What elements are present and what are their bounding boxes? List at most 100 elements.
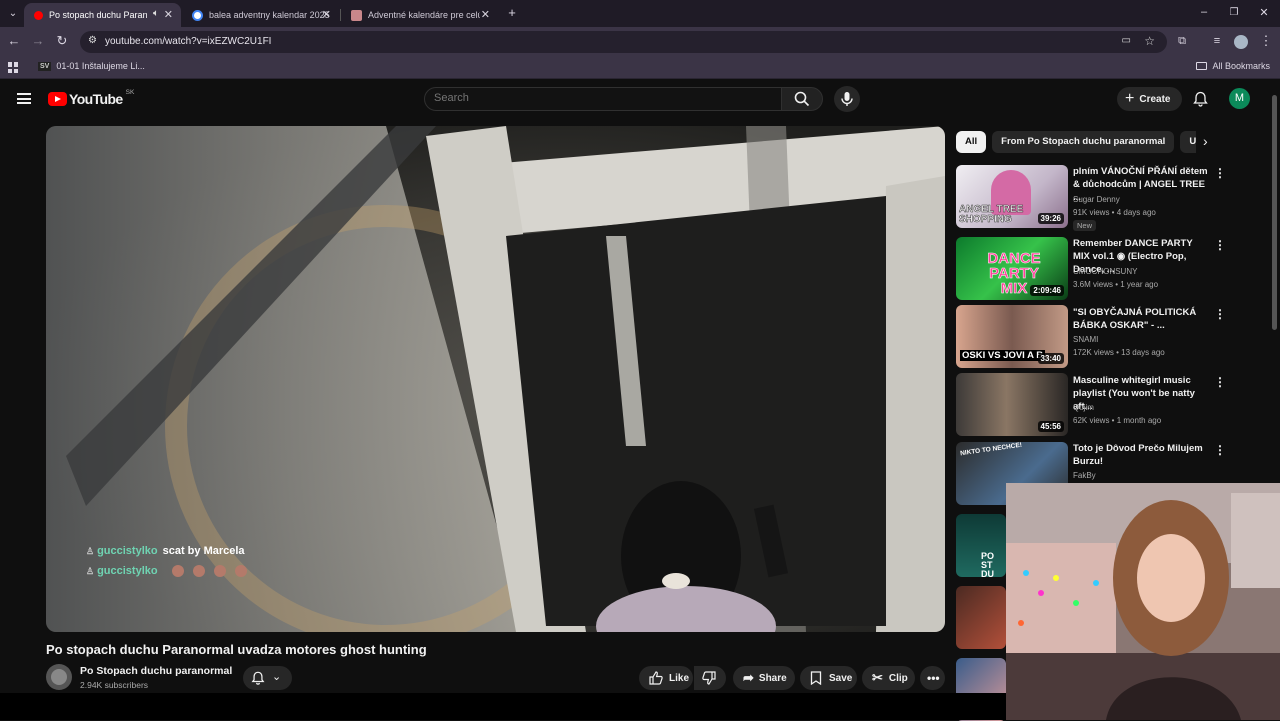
chip-from-channel[interactable]: From Po Stopach duchu paranormal: [992, 131, 1175, 153]
cast-icon[interactable]: ▭: [1122, 35, 1131, 46]
more-actions-button[interactable]: •••: [920, 666, 945, 690]
all-bookmarks-button[interactable]: All Bookmarks: [1196, 61, 1270, 71]
more-options-icon[interactable]: ⋮: [1214, 166, 1226, 180]
youtube-logo[interactable]: YouTube SK: [48, 89, 134, 107]
close-window-icon[interactable]: ✕: [1256, 6, 1272, 20]
reading-list-icon[interactable]: ≡: [1209, 34, 1225, 48]
notifications-bell-icon[interactable]: [1193, 91, 1208, 107]
address-bar[interactable]: ⚙︎ youtube.com/watch?v=ixEZWC2U1FI ▭ ☆: [80, 31, 1167, 53]
new-badge: New: [1073, 220, 1097, 231]
close-tab-icon[interactable]: ✕: [164, 8, 173, 21]
microphone-icon: [841, 92, 853, 106]
tab-youtube[interactable]: Po stopach duchu Paranorm 🔈︎ ✕: [24, 3, 181, 27]
bookmark-favicon-icon: SV: [38, 61, 52, 71]
voice-search-button[interactable]: [834, 86, 860, 112]
menu-icon[interactable]: ⋮: [1258, 34, 1274, 48]
live-chat-overlay: ♙ guccistylko scat by Marcela ♙ guccisty…: [86, 541, 247, 581]
bookmark-star-icon[interactable]: ☆: [1144, 34, 1155, 48]
video-player[interactable]: ♙ guccistylko scat by Marcela ♙ guccisty…: [46, 126, 945, 632]
extensions-icon[interactable]: ⧉: [1174, 34, 1190, 48]
video-channel[interactable]: SNAMI: [1073, 335, 1098, 344]
clip-button[interactable]: ✂︎ Clip: [862, 666, 915, 690]
subscribed-bell-button[interactable]: ⌄: [243, 666, 292, 690]
speaker-icon[interactable]: 🔈︎: [153, 8, 159, 19]
video-title-link[interactable]: Toto je Dôvod Prečo Milujem Burzu!: [1073, 442, 1211, 468]
youtube-masthead: YouTube SK + Create M: [0, 80, 1280, 117]
forward-icon[interactable]: →: [30, 34, 46, 48]
search-button[interactable]: [781, 87, 823, 111]
bookmarks-bar: SV 01-01 Inštalujeme Li... All Bookmarks: [0, 57, 1280, 79]
more-options-icon[interactable]: ⋮: [1214, 443, 1226, 457]
video-thumbnail[interactable]: PO ST DU: [956, 514, 1006, 577]
more-options-icon[interactable]: ⋮: [1214, 307, 1226, 321]
restore-icon[interactable]: ❐: [1226, 6, 1242, 20]
like-label: Like: [669, 672, 690, 684]
video-meta: 62K views • 1 month ago: [1073, 416, 1162, 425]
video-channel[interactable]: Qojim: [1073, 403, 1094, 412]
plus-icon: +: [1125, 90, 1135, 107]
more-options-icon[interactable]: ⋮: [1214, 238, 1226, 252]
thumbnail-text: OSKI VS JOVI A B: [960, 350, 1046, 361]
video-channel[interactable]: Sugar Denny: [1073, 195, 1120, 204]
save-button[interactable]: Save: [800, 666, 857, 690]
tab-balea[interactable]: balea adventny kalendar 2025 ✕: [182, 3, 339, 27]
bookmark-item[interactable]: SV 01-01 Inštalujeme Li...: [38, 61, 145, 71]
video-thumbnail[interactable]: ANGEL TREE SHOPPING 39:26: [956, 165, 1068, 228]
channel-name[interactable]: Po Stopach duchu paranormal: [80, 665, 232, 677]
chat-user-icon: ♙: [86, 565, 95, 576]
google-favicon-icon: [192, 9, 203, 21]
bottom-black-bar: [0, 693, 1006, 720]
tab-title: Adventné kalendáre pre celú ro: [368, 10, 480, 20]
video-channel[interactable]: CMOCHONSUNY: [1073, 267, 1137, 276]
chip-all[interactable]: All: [956, 131, 987, 153]
video-thumbnail[interactable]: 45:56: [956, 373, 1068, 436]
url-text: youtube.com/watch?v=ixEZWC2U1FI: [105, 36, 272, 47]
thumbnail-text: PO ST DU: [981, 551, 995, 578]
search-input[interactable]: [434, 92, 764, 104]
chat-message: ♙ guccistylko: [86, 561, 247, 581]
share-button[interactable]: ➦ Share: [733, 666, 795, 690]
video-meta: 172K views • 13 days ago: [1073, 348, 1165, 357]
save-label: Save: [829, 672, 853, 684]
video-thumbnail[interactable]: OSKI VS JOVI A B 33:40: [956, 305, 1068, 368]
profile-avatar[interactable]: [1234, 35, 1248, 49]
minimize-icon[interactable]: –: [1196, 5, 1212, 19]
dislike-button[interactable]: [694, 666, 726, 690]
new-tab-icon[interactable]: +: [504, 6, 520, 20]
subscriber-count: 2.94K subscribers: [80, 680, 149, 690]
video-meta: 3.6M views • 1 year ago: [1073, 280, 1159, 289]
hamburger-menu-icon[interactable]: [17, 93, 31, 104]
back-icon[interactable]: ←: [6, 34, 22, 48]
thumbs-up-icon: [649, 671, 663, 685]
create-button[interactable]: + Create: [1117, 87, 1182, 111]
channel-avatar[interactable]: [46, 664, 72, 690]
account-avatar[interactable]: M: [1229, 88, 1250, 109]
site-settings-icon[interactable]: ⚙︎: [88, 35, 97, 46]
video-thumbnail[interactable]: [956, 586, 1006, 649]
search-box[interactable]: [424, 87, 782, 111]
tab-adventne[interactable]: Adventné kalendáre pre celú ro ✕: [341, 3, 498, 27]
tab-search-icon[interactable]: ⌄: [5, 7, 21, 21]
more-options-icon[interactable]: ⋮: [1214, 375, 1226, 389]
close-tab-icon[interactable]: ✕: [481, 8, 490, 21]
apps-grid-icon[interactable]: [8, 62, 19, 73]
youtube-play-icon: [48, 92, 67, 106]
like-button[interactable]: Like: [639, 666, 693, 690]
webcam-feed: [1006, 483, 1280, 720]
emote-icon: [213, 565, 226, 577]
reload-icon[interactable]: ↻: [54, 34, 70, 48]
video-channel[interactable]: FakBy: [1073, 471, 1096, 480]
webcam-overlay: [1006, 483, 1280, 720]
emote-icon: [192, 565, 205, 577]
chevron-down-icon: ⌄: [272, 671, 282, 683]
folder-icon: [1196, 62, 1208, 70]
page-scrollbar[interactable]: [1272, 95, 1277, 330]
site-favicon-icon: [351, 9, 362, 21]
chevron-right-icon[interactable]: ›: [1203, 133, 1208, 149]
video-thumbnail[interactable]: DANCE PARTY MIX 2:09:46: [956, 237, 1068, 300]
chip-urban[interactable]: Urba: [1180, 131, 1196, 153]
close-tab-icon[interactable]: ✕: [322, 8, 331, 21]
video-title: Po stopach duchu Paranormal uvadza motor…: [46, 642, 427, 657]
video-title-link[interactable]: "SI OBYČAJNÁ POLITICKÁ BÁBKA OSKAR" - ..…: [1073, 306, 1211, 332]
recommendation-chips: AllFrom Po Stopach duchu paranormal Urba: [956, 131, 1196, 153]
